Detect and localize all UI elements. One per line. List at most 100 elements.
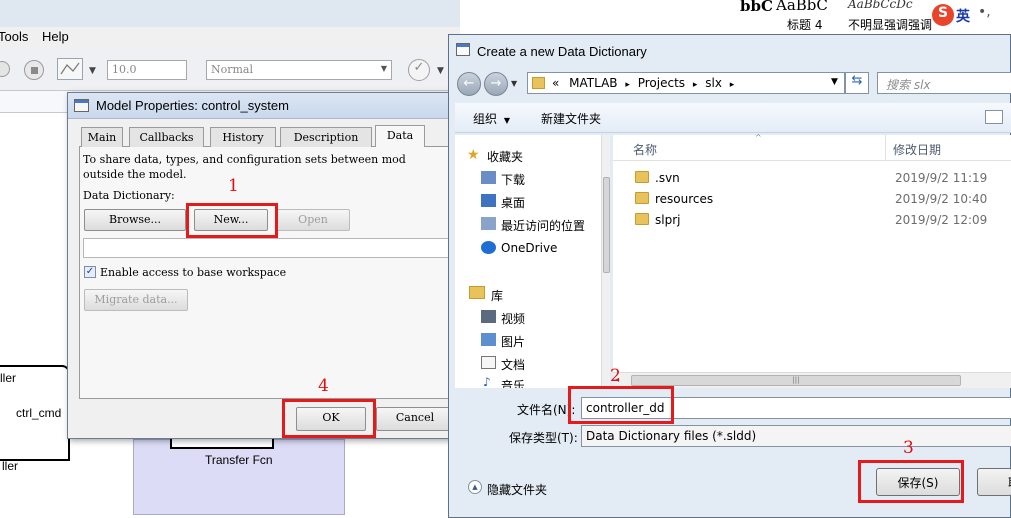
tab-description[interactable]: Description — [280, 127, 372, 147]
nav-onedrive[interactable]: OneDrive — [501, 241, 557, 255]
enable-access-checkbox[interactable]: ✓ — [84, 266, 96, 278]
folder-icon-resources — [635, 192, 649, 204]
annotation-3: 3 — [903, 438, 914, 458]
documents-icon — [481, 356, 496, 369]
check-icon[interactable]: ✓ — [408, 59, 430, 81]
simulation-mode-select[interactable]: Normal ▼ — [206, 60, 392, 80]
browse-button[interactable]: Browse... — [84, 209, 186, 231]
annotation-2: 2 — [610, 366, 621, 386]
sogou-ime-icon[interactable]: S — [932, 4, 954, 26]
dropdown-arrow-icon-2[interactable]: ▼ — [437, 66, 444, 76]
tab-history[interactable]: History — [210, 127, 276, 147]
nav-documents[interactable]: 文档 — [501, 356, 525, 373]
ctrl-cmd-port-label: ctrl_cmd — [16, 406, 62, 420]
cancel-button-partial[interactable]: 取 — [977, 468, 1011, 496]
controller-block-label: ller — [0, 371, 17, 385]
style-preview-2[interactable]: AaBbC — [776, 0, 828, 14]
organize-menu[interactable]: 组织 ▼ — [473, 110, 510, 127]
transfer-fcn-area — [133, 439, 345, 515]
new-folder-button[interactable]: 新建文件夹 — [541, 110, 601, 127]
filename-label: 文件名(N): — [517, 403, 576, 417]
nav-libraries[interactable]: 库 — [491, 287, 503, 304]
simulink-toolbar: ▼ 10.0 Normal ▼ ✓ ▼ — [0, 47, 460, 91]
pictures-icon — [481, 333, 496, 346]
nav-scrollbar[interactable] — [601, 135, 610, 388]
enable-access-label: Enable access to base workspace — [100, 266, 287, 279]
nav-videos[interactable]: 视频 — [501, 310, 525, 327]
collapse-folders-icon[interactable]: ▲ — [468, 480, 482, 494]
downloads-icon — [481, 171, 496, 184]
tab-data[interactable]: Data — [375, 125, 425, 147]
window-icon-2 — [456, 43, 470, 56]
navigation-pane: ★ 收藏夹 下载 桌面 最近访问的位置 OneDrive 库 视频 图片 文档 … — [455, 135, 610, 389]
lower-block-label: ller — [2, 459, 19, 473]
style-preview-3[interactable]: AaBbCcDc — [848, 0, 913, 11]
model-properties-dialog: Model Properties: control_system Main Ca… — [67, 92, 453, 439]
folder-icon — [532, 77, 545, 89]
command-bar: 组织 ▼ 新建文件夹 — [455, 103, 1011, 133]
search-input[interactable]: 搜索 slx — [877, 72, 1011, 94]
menu-tools[interactable]: Tools — [0, 29, 28, 44]
column-modified-header[interactable]: 修改日期 — [893, 141, 941, 158]
stop-time-field[interactable]: 10.0 — [107, 60, 187, 80]
tab-callbacks[interactable]: Callbacks — [129, 127, 204, 147]
address-bar[interactable]: « MATLAB ▸ Projects ▸ slx ▸ ▼ — [527, 72, 845, 94]
nav-desktop[interactable]: 桌面 — [501, 194, 525, 211]
star-icon: ★ — [467, 147, 480, 163]
column-name-header[interactable]: 名称 — [633, 141, 657, 158]
style-preview-1[interactable]: bbC — [740, 0, 773, 15]
dictionary-file-field[interactable] — [83, 238, 453, 258]
videos-icon — [481, 310, 496, 323]
hide-folders-toggle[interactable]: 隐藏文件夹 — [487, 481, 547, 498]
nav-recent-places[interactable]: 最近访问的位置 — [501, 217, 585, 234]
view-options-icon[interactable] — [985, 110, 1003, 124]
ime-language-indicator[interactable]: 英 — [956, 6, 970, 26]
recent-pages-icon[interactable]: ▼ — [511, 79, 517, 88]
style-emphasis[interactable]: 强调 — [908, 16, 932, 33]
refresh-icon[interactable]: ⇆ — [845, 72, 869, 94]
style-subtle-emphasis[interactable]: 不明显强调 — [848, 16, 908, 33]
stop-icon[interactable] — [24, 60, 44, 80]
file-row[interactable]: slprj 2019/9/2 12:09 — [613, 210, 1011, 231]
run-icon[interactable] — [0, 61, 10, 77]
chevron-down-icon: ▼ — [380, 64, 387, 73]
forward-icon[interactable]: → — [484, 72, 508, 96]
music-icon: ♪ — [483, 375, 491, 389]
onedrive-icon — [481, 241, 496, 254]
file-row[interactable]: .svn 2019/9/2 11:19 — [613, 168, 1011, 189]
migrate-data-button[interactable]: Migrate data... — [84, 289, 188, 311]
organize-label: 组织 — [473, 112, 498, 126]
file-list-pane: 名称 ^ 修改日期 .svn 2019/9/2 11:19 resources … — [613, 133, 1011, 388]
description-text-2: outside the model. — [83, 168, 187, 181]
nav-downloads[interactable]: 下载 — [501, 171, 525, 188]
cancel-button[interactable]: Cancel — [376, 407, 453, 431]
breadcrumb-matlab[interactable]: MATLAB — [569, 76, 617, 90]
breadcrumb-overflow[interactable]: « — [552, 76, 559, 90]
address-dropdown-icon[interactable]: ▼ — [831, 77, 838, 87]
file-row[interactable]: resources 2019/9/2 10:40 — [613, 189, 1011, 210]
sort-arrow-icon: ^ — [755, 133, 762, 142]
file-date: 2019/9/2 10:40 — [895, 192, 988, 206]
dropdown-arrow-icon[interactable]: ▼ — [89, 66, 96, 76]
filetype-label: 保存类型(T): — [509, 431, 578, 445]
folder-icon-svn — [635, 171, 649, 183]
style-heading4[interactable]: 标题 4 — [787, 16, 822, 33]
ime-punct-icon[interactable]: •, — [978, 4, 991, 20]
back-icon[interactable]: ← — [457, 72, 481, 96]
open-button[interactable]: Open — [276, 209, 350, 231]
breadcrumb-projects[interactable]: Projects — [638, 76, 685, 90]
highlight-box-save — [858, 460, 964, 503]
nav-favorites[interactable]: 收藏夹 — [487, 148, 523, 165]
menu-help[interactable]: Help — [42, 29, 69, 44]
scope-icon[interactable] — [57, 58, 83, 80]
filetype-select[interactable]: Data Dictionary files (*.sldd) — [581, 425, 1011, 447]
nav-music[interactable]: 音乐 — [501, 377, 525, 388]
transfer-fcn-block[interactable] — [170, 439, 274, 449]
controller-block[interactable]: ller ctrl_cmd — [0, 365, 70, 461]
folder-icon-slprj — [635, 213, 649, 225]
nav-pictures[interactable]: 图片 — [501, 333, 525, 350]
simulation-mode-value: Normal — [211, 63, 254, 76]
file-name: slprj — [655, 213, 681, 227]
breadcrumb-slx[interactable]: slx — [705, 76, 722, 90]
tab-main[interactable]: Main — [81, 127, 123, 147]
